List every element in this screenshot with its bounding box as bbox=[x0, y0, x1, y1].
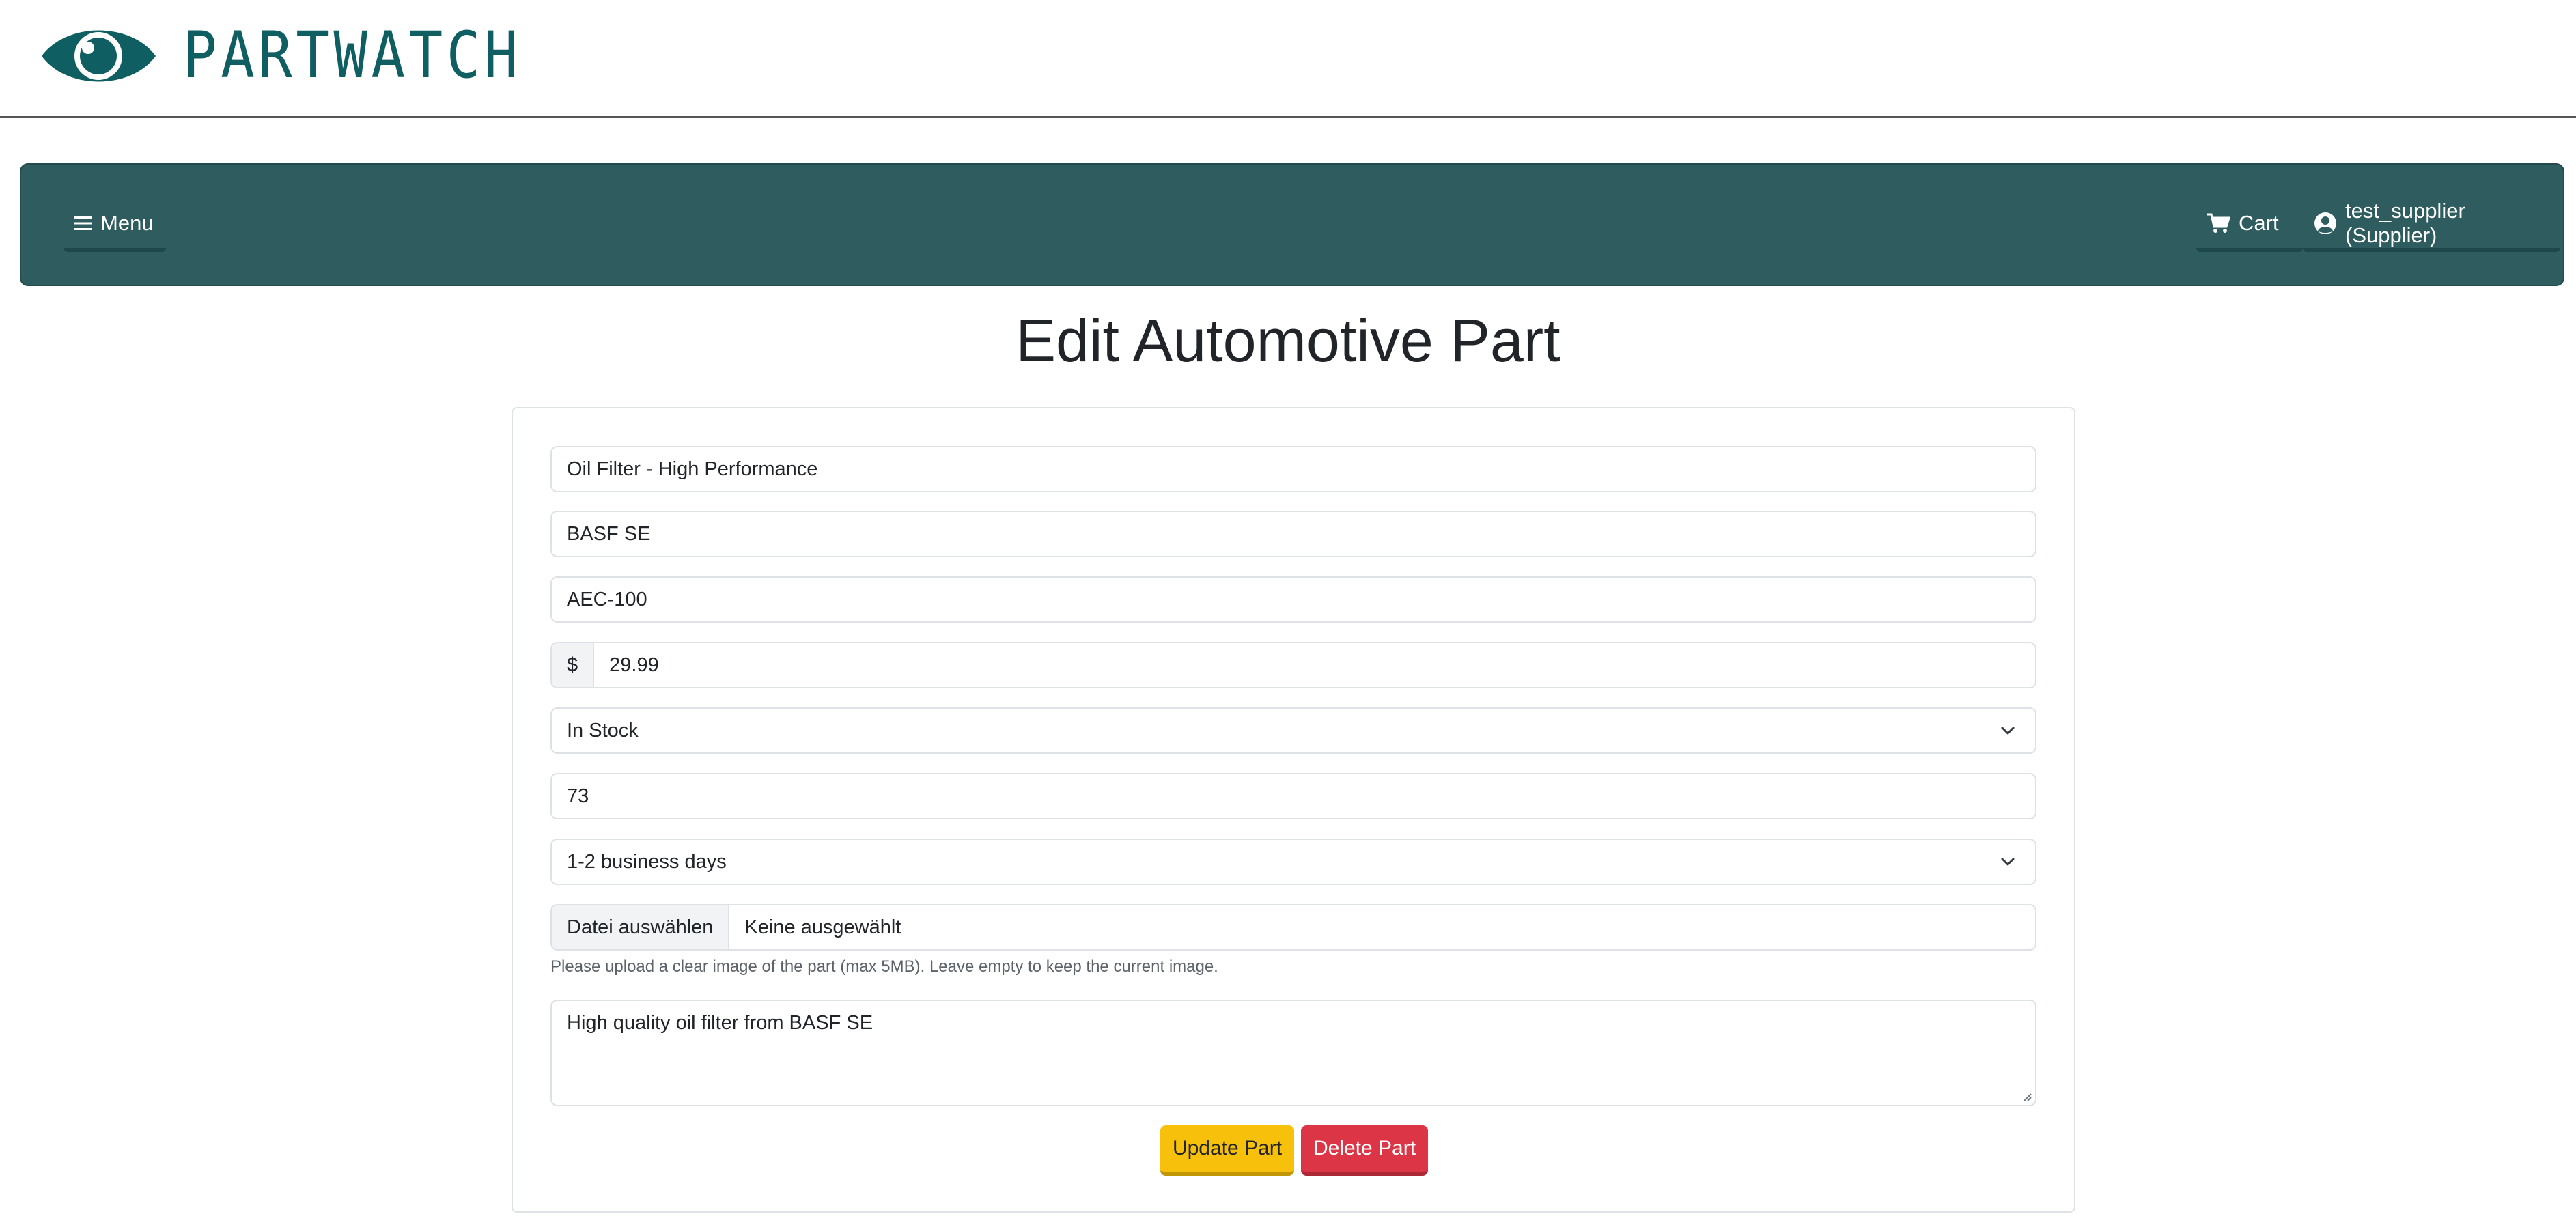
chevron-down-icon bbox=[2001, 858, 2015, 866]
site-header: PARTWATCH bbox=[0, 0, 2576, 118]
menu-button[interactable]: Menu bbox=[64, 199, 166, 252]
part-number-input[interactable]: AEC-100 bbox=[550, 576, 2036, 623]
manufacturer-input[interactable]: BASF SE bbox=[550, 511, 2036, 557]
description-value: High quality oil filter from BASF SE bbox=[567, 1012, 873, 1034]
user-circle-icon bbox=[2314, 212, 2337, 235]
cart-label: Cart bbox=[2239, 211, 2279, 235]
user-account-button[interactable]: test_supplier (Supplier) bbox=[2303, 199, 2560, 252]
image-file-input[interactable]: Datei auswählen Keine ausgewählt bbox=[550, 904, 2036, 951]
price-input-group: $ 29.99 bbox=[550, 642, 2036, 688]
part-name-input[interactable]: Oil Filter - High Performance bbox=[550, 446, 2036, 492]
delivery-time-value: 1-2 business days bbox=[567, 850, 727, 873]
choose-file-button[interactable]: Datei auswählen bbox=[552, 905, 730, 949]
delivery-time-select[interactable]: 1-2 business days bbox=[550, 839, 2036, 885]
resize-grip-icon[interactable] bbox=[2020, 1090, 2032, 1102]
delete-part-button[interactable]: Delete Part bbox=[1301, 1125, 1428, 1176]
edit-part-form: Oil Filter - High Performance BASF SE AE… bbox=[512, 407, 2075, 1213]
availability-select[interactable]: In Stock bbox=[550, 707, 2036, 754]
user-label: test_supplier (Supplier) bbox=[2345, 199, 2465, 247]
eye-logo-icon bbox=[42, 30, 156, 82]
price-input[interactable]: 29.99 bbox=[594, 643, 659, 687]
currency-addon: $ bbox=[552, 643, 595, 687]
menu-label: Menu bbox=[100, 211, 154, 235]
brand-name: PARTWATCH bbox=[183, 18, 522, 93]
cart-icon bbox=[2207, 213, 2230, 234]
brand-logo[interactable]: PARTWATCH bbox=[39, 19, 568, 93]
page-title: Edit Automotive Part bbox=[1016, 307, 1560, 374]
availability-value: In Stock bbox=[567, 719, 639, 742]
description-textarea[interactable]: High quality oil filter from BASF SE bbox=[550, 1000, 2036, 1106]
main-navbar: Menu Cart test_supplier (Supplier) bbox=[20, 163, 2564, 286]
image-help-text: Please upload a clear image of the part … bbox=[550, 957, 1218, 976]
quantity-input[interactable]: 73 bbox=[550, 773, 2036, 819]
update-part-button[interactable]: Update Part bbox=[1160, 1125, 1294, 1176]
chevron-down-icon bbox=[2001, 727, 2015, 735]
cart-button[interactable]: Cart bbox=[2196, 199, 2303, 252]
file-status: Keine ausgewählt bbox=[744, 916, 901, 938]
hamburger-icon bbox=[74, 215, 92, 231]
